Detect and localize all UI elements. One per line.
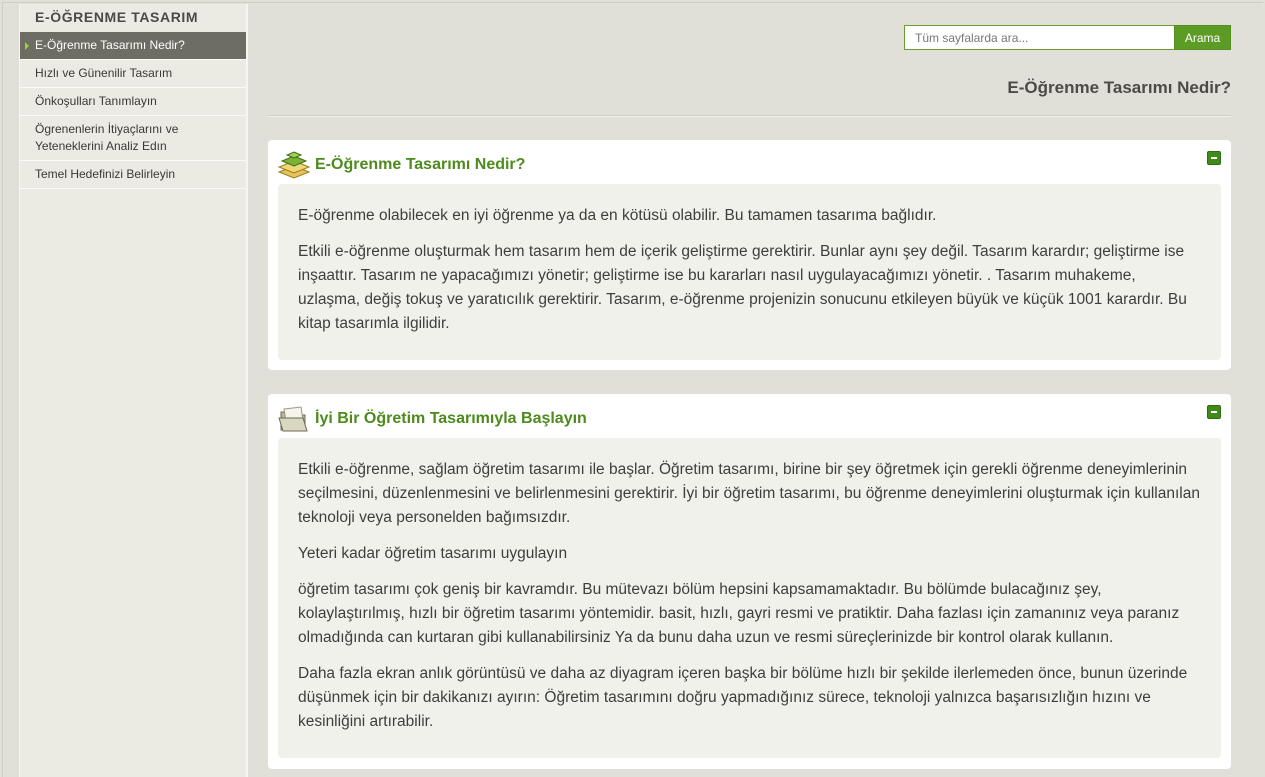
- panel-title: İyi Bir Öğretim Tasarımıyla Başlayın: [315, 410, 587, 427]
- sidebar-item-what-is-elearning-design[interactable]: E-Öğrenme Tasarımı Nedir?: [20, 32, 246, 60]
- panel-title: E-Öğrenme Tasarımı Nedir?: [315, 156, 526, 173]
- panel-body: Etkili e-öğrenme, sağlam öğretim tasarım…: [278, 438, 1221, 758]
- folder-icon: [278, 406, 308, 432]
- panel-body: E-öğrenme olabilecek en iyi öğrenme ya d…: [278, 184, 1221, 360]
- collapse-button[interactable]: [1207, 405, 1221, 419]
- page-title: E-Öğrenme Tasarımı Nedir?: [1007, 78, 1231, 97]
- sidebar-item-label: Hızlı ve Günenilir Tasarım: [35, 66, 173, 80]
- paragraph: Yeteri kadar öğretim tasarımı uygulayın: [298, 545, 568, 562]
- panel-header: E-Öğrenme Tasarımı Nedir?: [268, 140, 1231, 184]
- sidebar-item-label: Temel Hedefinizi Belirleyin: [35, 167, 176, 181]
- paragraph: Etkili e-öğrenme oluşturmak hem tasarım …: [298, 243, 1187, 332]
- paragraph: E-öğrenme olabilecek en iyi öğrenme ya d…: [298, 207, 937, 224]
- panel-header: İyi Bir Öğretim Tasarımıyla Başlayın: [268, 394, 1231, 438]
- sidebar-item-set-core-goal[interactable]: Temel Hedefinizi Belirleyin: [20, 161, 246, 189]
- search-form: Arama: [904, 25, 1231, 50]
- collapse-button[interactable]: [1207, 151, 1221, 165]
- content-panel: E-Öğrenme Tasarımı Nedir? E-öğrenme olab…: [268, 140, 1231, 370]
- arrow-right-icon: [25, 42, 29, 50]
- layers-icon: [277, 151, 311, 179]
- sidebar: E-ÖĞRENME TASARIM E-Öğrenme Tasarımı Ned…: [19, 4, 248, 777]
- paragraph: Etkili e-öğrenme, sağlam öğretim tasarım…: [298, 461, 1200, 526]
- search-button[interactable]: Arama: [1174, 25, 1231, 50]
- content-panel: İyi Bir Öğretim Tasarımıyla Başlayın Etk…: [268, 394, 1231, 769]
- sidebar-item-label: E-Öğrenme Tasarımı Nedir?: [35, 38, 185, 52]
- divider: [268, 115, 1231, 117]
- sidebar-item-label: Ögrenenlerin İtiyaçlarını ve Yetenekleri…: [35, 122, 179, 153]
- search-input[interactable]: [904, 25, 1174, 50]
- sidebar-item-define-prerequisites[interactable]: Önkoşulları Tanımlayın: [20, 88, 246, 116]
- sidebar-item-label: Önkoşulları Tanımlayın: [35, 94, 157, 108]
- paragraph: öğretim tasarımı çok geniş bir kavramdır…: [298, 581, 1180, 646]
- sidebar-item-analyze-learner-needs[interactable]: Ögrenenlerin İtiyaçlarını ve Yetenekleri…: [20, 116, 246, 161]
- sidebar-item-fast-reliable-design[interactable]: Hızlı ve Günenilir Tasarım: [20, 60, 246, 88]
- paragraph: Daha fazla ekran anlık görüntüsü ve daha…: [298, 665, 1188, 730]
- sidebar-title: E-ÖĞRENME TASARIM: [35, 9, 199, 25]
